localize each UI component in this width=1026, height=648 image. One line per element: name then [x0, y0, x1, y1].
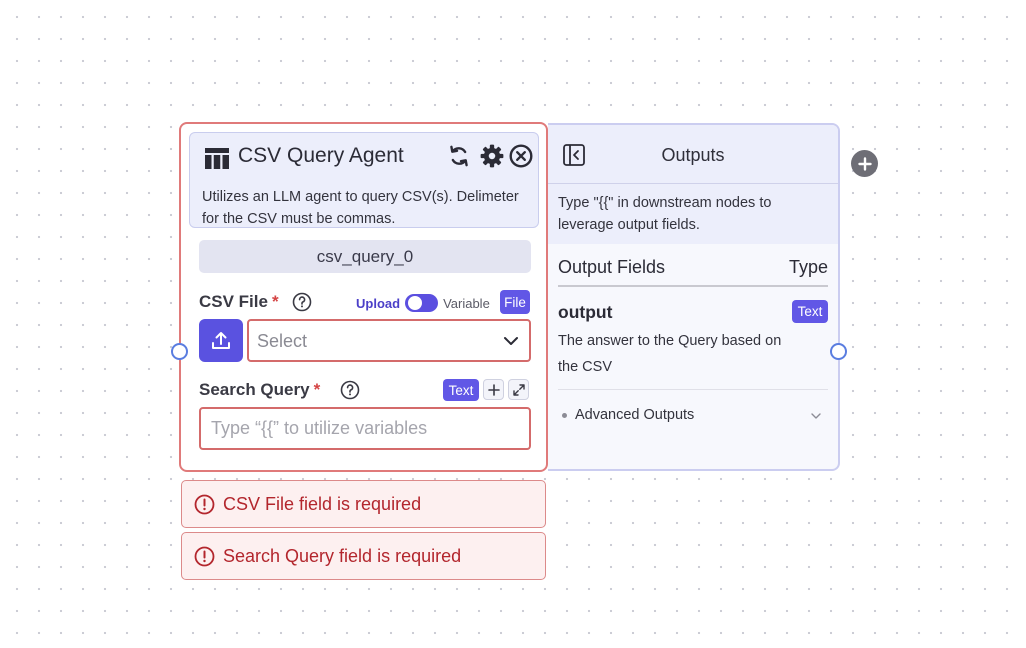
node-title: CSV Query Agent — [238, 144, 404, 167]
node-header: CSV Query Agent Utilizes an LLM agent to… — [189, 132, 539, 228]
error-message: Search Query field is required — [181, 532, 546, 580]
output-handle[interactable] — [830, 343, 847, 360]
output-separator — [558, 389, 828, 390]
chevron-down-icon — [811, 413, 821, 419]
input-handle[interactable] — [171, 343, 188, 360]
output-fields-column: Output Fields — [558, 257, 666, 277]
outputs-panel: Outputs Type "{{" in downstream nodes to… — [548, 123, 840, 471]
upload-variable-toggle: Upload Variable — [356, 293, 490, 313]
expand-icon — [512, 383, 525, 396]
switch-knob — [408, 296, 423, 310]
bullet-dot — [562, 413, 567, 418]
error-icon — [194, 494, 215, 515]
csv-file-select[interactable]: Select — [247, 319, 531, 362]
advanced-outputs-toggle[interactable]: Advanced Outputs — [558, 405, 828, 427]
output-columns-header: Output Fields Type — [558, 257, 828, 287]
search-query-label-text: Search Query — [199, 380, 310, 399]
search-query-label: Search Query * — [199, 380, 320, 400]
node-description: Utilizes an LLM agent to query CSV(s). D… — [202, 189, 519, 227]
close-circle-icon[interactable] — [508, 143, 534, 169]
table-icon — [205, 148, 229, 169]
required-mark: * — [271, 292, 279, 311]
text-type-badge: Text — [443, 379, 479, 401]
help-icon[interactable] — [292, 292, 312, 312]
header-divider — [548, 183, 838, 184]
search-query-input[interactable] — [199, 407, 531, 450]
output-field-description: The answer to the Query based on the CSV — [558, 333, 782, 375]
advanced-outputs-label: Advanced Outputs — [575, 407, 695, 423]
csv-file-label-text: CSV File — [199, 292, 268, 311]
type-column: Type — [788, 257, 828, 277]
select-value: Select — [257, 331, 308, 351]
upload-icon — [212, 331, 230, 349]
add-variable-button[interactable] — [483, 379, 504, 400]
file-type-badge: File — [500, 290, 530, 314]
error-message: CSV File field is required — [181, 480, 546, 528]
error-text: Search Query field is required — [223, 546, 462, 566]
toggle-upload-label: Upload — [356, 295, 401, 311]
help-icon[interactable] — [340, 380, 360, 400]
expand-button[interactable] — [508, 379, 529, 400]
plus-icon — [857, 156, 872, 171]
outputs-note: Type "{{" in downstream nodes to leverag… — [558, 195, 772, 233]
required-mark: * — [313, 380, 321, 399]
node-id-label[interactable]: csv_query_0 — [199, 240, 531, 273]
mode-switch[interactable] — [405, 294, 439, 312]
toggle-variable-label: Variable — [443, 295, 490, 311]
output-type-badge: Text — [792, 300, 828, 323]
outputs-header: Outputs Type "{{" in downstream nodes to… — [548, 125, 838, 244]
csv-query-agent-node[interactable]: CSV Query Agent Utilizes an LLM agent to… — [179, 122, 548, 472]
error-text: CSV File field is required — [223, 494, 422, 514]
output-field-name: output — [558, 302, 613, 322]
gear-icon[interactable] — [479, 143, 505, 169]
error-icon — [194, 546, 215, 567]
csv-file-label: CSV File * — [199, 292, 279, 312]
add-node-button[interactable] — [851, 150, 878, 177]
plus-icon — [487, 383, 500, 396]
chevron-down-icon — [504, 337, 518, 345]
upload-button[interactable] — [199, 319, 243, 362]
outputs-title: Outputs — [661, 145, 725, 165]
refresh-icon[interactable] — [446, 143, 472, 169]
